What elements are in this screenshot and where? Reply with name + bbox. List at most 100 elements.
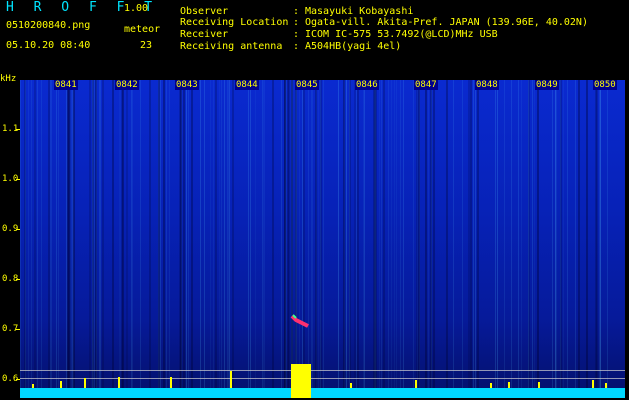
spectrogram-streak — [122, 80, 124, 398]
spectrogram-streak — [89, 80, 91, 398]
spectrogram-streak — [418, 80, 420, 398]
spectrogram-streak — [287, 80, 289, 398]
spectrogram-streak — [425, 80, 427, 398]
spectrogram-grain — [204, 80, 205, 398]
spectrogram-grain — [364, 80, 365, 398]
spectrogram-grain — [518, 80, 519, 398]
spectrogram-streak — [596, 80, 598, 398]
spectrogram-streak — [303, 80, 305, 398]
reference-line — [20, 370, 625, 371]
spectrogram-streak — [560, 80, 562, 398]
spectrogram-streak — [586, 80, 588, 398]
file-name: 0510200840.png — [6, 20, 91, 31]
spectrogram-streak — [158, 80, 160, 398]
time-label-0842: 0842 — [115, 80, 139, 90]
spectrogram-streak — [416, 80, 418, 398]
spectrogram-grain — [363, 80, 364, 398]
spectrogram-grain — [227, 80, 228, 398]
spectrogram-grain — [396, 80, 397, 398]
spectrogram-grain — [160, 80, 161, 398]
time-label-0847: 0847 — [414, 80, 438, 90]
spectrogram-grain — [224, 80, 225, 398]
info-key-receiver: Receiver — [180, 29, 229, 40]
spectrogram-streak — [102, 80, 104, 398]
spectrogram-streak — [349, 80, 351, 398]
spectrogram-streak — [34, 80, 36, 398]
spectrogram-grain — [497, 80, 498, 398]
spectrogram-grain — [188, 80, 189, 398]
spectrogram-grain — [169, 80, 170, 398]
spectrogram-streak — [383, 80, 385, 398]
spectrogram-streak — [24, 80, 26, 398]
spectrogram-streak — [320, 80, 322, 398]
spectrogram-streak — [272, 80, 274, 398]
signal-spike — [118, 377, 120, 388]
info-colon: : — [293, 17, 300, 28]
spectrogram-grain — [462, 80, 463, 398]
spectrogram-grain — [567, 80, 568, 398]
spectrogram-grain — [119, 80, 120, 398]
spectrogram-grain — [31, 80, 32, 398]
spectrogram-streak — [357, 80, 359, 398]
spectrogram-streak — [112, 80, 114, 398]
spectrogram-streak — [232, 80, 234, 398]
time-label-0850: 0850 — [593, 80, 617, 90]
spectrogram-grain — [381, 80, 382, 398]
spectrogram-grain — [37, 80, 38, 398]
spectrogram-grain — [221, 80, 222, 398]
spectrogram-grain — [312, 80, 313, 398]
spectrogram-grain — [511, 80, 512, 398]
spectrogram-grain — [210, 80, 211, 398]
spectrogram-grain — [388, 80, 389, 398]
spectrogram-grain — [346, 80, 347, 398]
spectrogram-streak — [528, 80, 530, 398]
spectrogram-streak — [179, 80, 181, 398]
info-value-receiver: ICOM IC-575 53.7492(@LCD)MHz USB — [305, 29, 498, 40]
spectrogram-streak — [375, 80, 377, 398]
meteor-echo-trace — [290, 314, 309, 328]
spectrogram-grain — [166, 80, 167, 398]
spectrogram-grain — [28, 80, 29, 398]
signal-spike — [32, 384, 34, 388]
spectrogram-grain — [495, 80, 496, 398]
spectrogram-grain — [132, 80, 133, 398]
spectrogram-grain — [504, 80, 505, 398]
spectrogram-grain — [534, 80, 535, 398]
spectrogram-streak — [163, 80, 165, 398]
spectrogram-grain — [318, 80, 319, 398]
spectrogram-grain — [281, 80, 282, 398]
info-key-location: Receiving Location — [180, 17, 289, 28]
spectrogram-streak — [430, 80, 432, 398]
signal-spike — [538, 382, 540, 388]
signal-spike — [592, 380, 594, 388]
meteor-burst — [291, 364, 311, 398]
spectrogram-grain — [575, 80, 576, 398]
time-label-0849: 0849 — [535, 80, 559, 90]
spectrogram-streak — [578, 80, 580, 398]
reference-line — [20, 378, 625, 379]
spectrogram-grain — [51, 80, 52, 398]
spectrogram-streak — [295, 80, 297, 398]
signal-spike — [60, 381, 62, 388]
spectrogram-grain — [229, 80, 230, 398]
signal-spike — [490, 383, 492, 388]
spectrogram-grain — [400, 80, 401, 398]
file-datetime: 05.10.20 08:40 — [6, 40, 91, 51]
spectrogram-grain — [475, 80, 476, 398]
spectrogram-streak — [537, 80, 539, 398]
info-key-antenna: Receiving antenna — [180, 41, 283, 52]
time-label-0844: 0844 — [235, 80, 259, 90]
spectrogram-grain — [140, 80, 141, 398]
spectrogram-streak — [477, 80, 479, 398]
spectrogram-streak — [446, 80, 448, 398]
spectrogram-grain — [600, 80, 601, 398]
spectrogram-streak — [470, 80, 472, 398]
spectrogram-streak — [215, 80, 217, 398]
spectrogram-streak — [468, 80, 470, 398]
info-value-antenna: A504HB(yagi 4el) — [305, 41, 402, 52]
spectrogram-grain — [532, 80, 533, 398]
spectrogram-grain — [607, 80, 608, 398]
spectrogram-streak — [48, 80, 50, 398]
spectrogram-grain — [428, 80, 429, 398]
signal-spike — [170, 377, 172, 388]
